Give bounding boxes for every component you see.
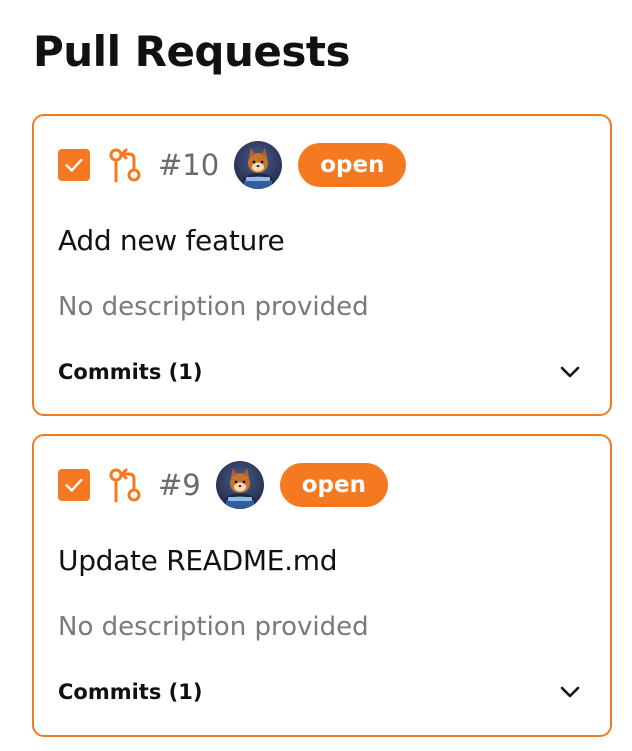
pull-request-title[interactable]: Add new feature — [58, 224, 285, 257]
commits-toggle[interactable]: Commits (1) — [58, 356, 582, 388]
chevron-down-icon[interactable] — [558, 360, 582, 384]
author-avatar[interactable] — [234, 141, 283, 189]
git-pull-request-icon — [107, 467, 143, 503]
author-avatar[interactable] — [215, 461, 264, 509]
pull-request-description: No description provided — [58, 292, 369, 322]
pull-request-title[interactable]: Update README.md — [58, 544, 337, 577]
status-badge: open — [279, 463, 388, 507]
checkmark-icon — [65, 478, 83, 492]
checkmark-icon — [65, 158, 83, 172]
status-badge: open — [298, 143, 407, 187]
pull-request-card: #9 open Update README.md No description … — [32, 434, 612, 737]
pull-request-number[interactable]: #10 — [158, 148, 219, 182]
pull-request-description: No description provided — [58, 612, 369, 642]
pull-request-header: #10 open — [58, 140, 407, 190]
pull-request-card: #10 open Add new feature No description … — [32, 114, 612, 416]
pull-requests-page: Pull Requests #10 open Add new feature N… — [0, 0, 632, 751]
git-pull-request-icon — [107, 147, 143, 183]
chevron-down-icon[interactable] — [558, 680, 582, 704]
pull-request-number[interactable]: #9 — [158, 468, 201, 502]
pull-request-header: #9 open — [58, 460, 388, 510]
commits-label: Commits (1) — [58, 360, 203, 384]
select-checkbox[interactable] — [58, 149, 90, 181]
select-checkbox[interactable] — [58, 469, 90, 501]
page-title: Pull Requests — [33, 27, 350, 76]
commits-toggle[interactable]: Commits (1) — [58, 676, 582, 708]
commits-label: Commits (1) — [58, 680, 203, 704]
